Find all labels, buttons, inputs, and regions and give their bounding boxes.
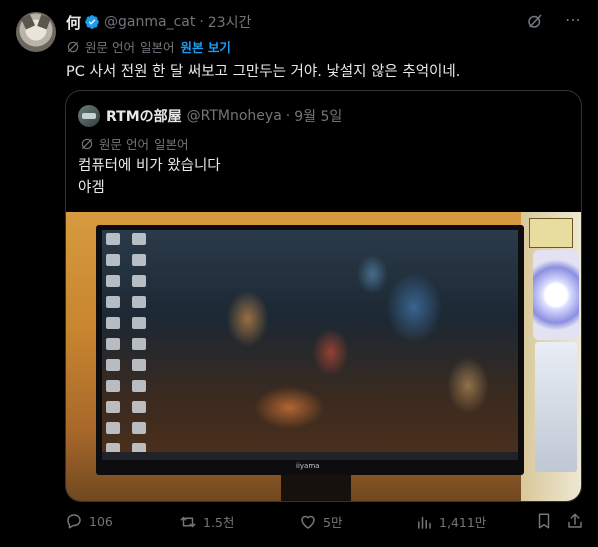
desktop-icons (106, 233, 162, 452)
reply-icon (67, 514, 81, 529)
photo-monitor-screen (102, 230, 518, 452)
share-icon (568, 513, 582, 528)
retweet-count: 1.5천 (203, 515, 235, 530)
more-icon[interactable]: ⋯ (565, 10, 582, 29)
quote-text: 컴퓨터에 비가 왔습니다 야겜 (78, 155, 221, 199)
photo-monitor: iiyama (96, 225, 524, 475)
like-count: 5만 (323, 515, 343, 530)
quote-avatar (78, 105, 100, 127)
views-button[interactable]: 1,411만 (415, 512, 486, 531)
translate-icon (67, 41, 79, 52)
retweet-button[interactable]: 1.5천 (179, 512, 234, 531)
views-icon (418, 516, 431, 529)
author-handle[interactable]: @ganma_cat (104, 14, 195, 30)
reply-count: 106 (89, 513, 113, 529)
author-avatar[interactable] (16, 12, 56, 52)
quote-text-line: 야겜 (78, 180, 105, 196)
translate-icon (81, 138, 93, 149)
share-button[interactable] (566, 512, 590, 530)
grok-icon[interactable] (526, 12, 544, 30)
tweet-header: 何 @ganma_cat · 23시간 ⋯ (66, 10, 582, 33)
author-display-name[interactable]: 何 (66, 12, 81, 33)
quote-media-photo[interactable]: iiyama (66, 212, 581, 501)
quote-text-line: 컴퓨터에 비가 왔습니다 (78, 158, 221, 174)
quote-translation-language: 일본어 (153, 137, 189, 152)
photo-monitor-stand (281, 475, 351, 501)
photo-sign (529, 218, 573, 248)
quote-handle: @RTMnoheya (186, 108, 282, 124)
avatar-ear (20, 14, 36, 30)
separator-dot: · (285, 108, 291, 124)
action-bar: 106 1.5천 5만 1,411만 (0, 512, 598, 536)
bookmark-button[interactable] (535, 512, 559, 530)
photo-taskbar (102, 452, 518, 460)
tweet-text: PC 사서 전원 한 달 써보고 그만두는 거야. 낯설지 않은 추억이네. (66, 64, 461, 80)
tweet-time[interactable]: 23시간 (208, 12, 252, 32)
like-icon (301, 515, 315, 529)
quote-translation-row: 원문 언어 일본어 (80, 134, 189, 153)
translation-language: 일본어 (139, 40, 175, 55)
retweet-icon (180, 516, 196, 527)
quote-tweet[interactable]: RTMの部屋 @RTMnoheya · 9월 5일 원문 언어 일본어 컴퓨터에… (65, 90, 582, 502)
show-original-link[interactable]: 원본 보기 (181, 37, 231, 56)
quote-time: 9월 5일 (294, 109, 343, 125)
quote-header: RTMの部屋 @RTMnoheya · 9월 5일 (78, 105, 342, 127)
avatar-ear (37, 14, 51, 30)
quote-translation-label: 원문 언어 (99, 137, 149, 152)
translation-label: 원문 언어 (85, 40, 135, 55)
photo-pc-fan-light (533, 250, 579, 340)
bookmark-icon (538, 513, 550, 529)
quote-display-name: RTMの部屋 (106, 109, 182, 125)
monitor-brand-logo: iiyama (296, 462, 320, 470)
photo-pc-case (535, 342, 577, 472)
views-count: 1,411만 (439, 515, 487, 530)
reply-button[interactable]: 106 (65, 512, 113, 530)
verified-badge-icon (85, 15, 99, 29)
translation-row: 원문 언어 일본어 원본 보기 (66, 37, 231, 56)
separator-dot: · (199, 14, 204, 30)
like-button[interactable]: 5만 (299, 512, 342, 531)
